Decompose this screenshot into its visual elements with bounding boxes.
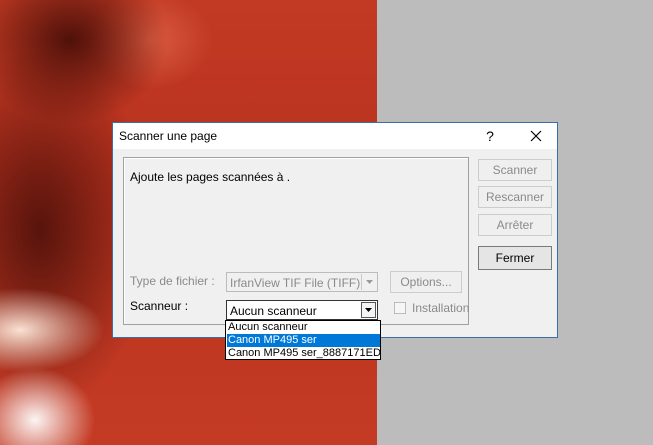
close-icon <box>530 130 542 142</box>
rescan-button[interactable]: Rescanner <box>478 186 552 208</box>
scanner-label: Scanneur : <box>130 299 189 313</box>
dropdown-item[interactable]: Canon MP495 ser_8887171ED1 <box>227 347 380 360</box>
chevron-down-icon <box>361 274 376 290</box>
close-button[interactable] <box>519 124 553 148</box>
filetype-select[interactable]: IrfanView TIF File (TIFF) <box>226 272 378 292</box>
scanner-dropdown-list: Aucun scanneur Canon MP495 ser Canon MP4… <box>225 320 381 360</box>
filetype-label: Type de fichier : <box>130 274 215 288</box>
fermer-button[interactable]: Fermer <box>478 246 552 270</box>
screen: Scanner une page ? Ajoute les pages scan… <box>0 0 653 445</box>
options-button[interactable]: Options... <box>390 271 462 293</box>
chevron-down-icon[interactable] <box>361 302 376 318</box>
scanner-value: Aucun scanneur <box>230 304 317 318</box>
install-label: Installation <box>412 301 470 315</box>
stop-button[interactable]: Arrêter <box>478 214 552 236</box>
dialog-title: Scanner une page <box>119 129 218 143</box>
title-bar[interactable]: Scanner une page ? <box>113 123 557 149</box>
scan-dialog: Scanner une page ? Ajoute les pages scan… <box>112 122 558 338</box>
dropdown-item[interactable]: Aucun scanneur <box>227 321 380 334</box>
help-button[interactable]: ? <box>475 125 505 147</box>
filetype-value: IrfanView TIF File (TIFF) <box>230 276 361 290</box>
dropdown-item-selected[interactable]: Canon MP495 ser <box>227 334 380 347</box>
scan-group-box: Ajoute les pages scannées à . Type de fi… <box>123 157 469 325</box>
info-text: Ajoute les pages scannées à . <box>130 170 291 184</box>
install-checkbox[interactable] <box>394 302 406 314</box>
scanner-select[interactable]: Aucun scanneur <box>226 300 378 320</box>
scan-button[interactable]: Scanner <box>478 159 552 181</box>
